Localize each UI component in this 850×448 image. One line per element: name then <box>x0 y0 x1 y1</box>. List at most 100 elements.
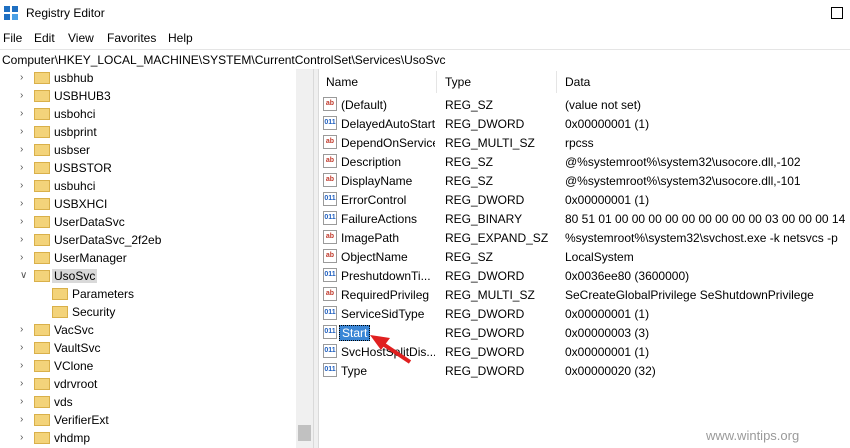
tree-item[interactable]: › VerifierExt <box>0 411 300 429</box>
value-name: DisplayName <box>341 174 413 188</box>
chevron-right-icon[interactable]: › <box>20 378 23 389</box>
value-type: REG_DWORD <box>445 193 525 207</box>
folder-icon <box>34 162 50 174</box>
column-header-name[interactable]: Name <box>326 75 358 89</box>
value-row[interactable]: 011 ErrorControl REG_DWORD 0x00000001 (1) <box>319 190 850 209</box>
folder-icon <box>34 198 50 210</box>
tree-item[interactable]: › UserManager <box>0 249 300 267</box>
chevron-down-icon[interactable]: ∨ <box>20 270 27 281</box>
value-name: (Default) <box>341 98 388 112</box>
value-type: REG_MULTI_SZ <box>445 136 535 150</box>
tree-item[interactable]: › usbser <box>0 141 300 159</box>
key-tree[interactable]: › usbhub › USBHUB3 › usbohci › usbprint › usbser ›… <box>0 69 313 448</box>
chevron-right-icon[interactable]: › <box>20 342 23 353</box>
menu-help[interactable]: Help <box>168 31 193 45</box>
chevron-right-icon[interactable]: › <box>20 216 23 227</box>
chevron-right-icon[interactable]: › <box>20 126 23 137</box>
column-divider[interactable] <box>436 71 437 93</box>
folder-icon <box>34 252 50 264</box>
menu-view[interactable]: View <box>68 31 94 45</box>
tree-item[interactable]: Parameters <box>0 285 300 303</box>
value-row[interactable]: 011 Start REG_DWORD 0x00000003 (3) <box>319 323 850 342</box>
tree-item[interactable]: › vhdmp <box>0 429 300 447</box>
value-row[interactable]: ab Description REG_SZ @%systemroot%\system3… <box>319 152 850 171</box>
folder-icon <box>34 414 50 426</box>
value-row[interactable]: 011 PreshutdownTi... REG_DWORD 0x0036ee80 (… <box>319 266 850 285</box>
value-name: ImagePath <box>341 231 400 245</box>
chevron-right-icon[interactable]: › <box>20 144 23 155</box>
tree-item[interactable]: › VacSvc <box>0 321 300 339</box>
tree-scrollbar[interactable] <box>296 69 313 448</box>
menu-edit[interactable]: Edit <box>34 31 55 45</box>
registry-editor-icon <box>4 6 18 20</box>
title-bar[interactable]: Registry Editor <box>0 0 850 28</box>
value-row[interactable]: 011 SvcHostSplitDis... REG_DWORD 0x00000001… <box>319 342 850 361</box>
address-path[interactable]: Computer\HKEY_LOCAL_MACHINE\SYSTEM\Curre… <box>2 53 445 67</box>
tree-item[interactable]: ∨ UsoSvc <box>0 267 300 285</box>
chevron-right-icon[interactable]: › <box>20 414 23 425</box>
value-row[interactable]: 011 FailureActions REG_BINARY 80 51 01 00 0… <box>319 209 850 228</box>
value-data: 0x00000001 (1) <box>565 117 650 131</box>
chevron-right-icon[interactable]: › <box>20 324 23 335</box>
chevron-right-icon[interactable]: › <box>20 360 23 371</box>
tree-item[interactable]: Security <box>0 303 300 321</box>
value-row[interactable]: ab (Default) REG_SZ (value not set) <box>319 95 850 114</box>
tree-item[interactable]: › UserDataSvc <box>0 213 300 231</box>
value-row[interactable]: ab RequiredPrivileg REG_MULTI_SZ SeCreateGl… <box>319 285 850 304</box>
value-row[interactable]: ab DisplayName REG_SZ @%systemroot%\system3… <box>319 171 850 190</box>
tree-item-label: vds <box>54 395 73 409</box>
binary-value-icon: 011 <box>323 116 337 130</box>
menu-file[interactable]: File <box>3 31 22 45</box>
chevron-right-icon[interactable]: › <box>20 432 23 443</box>
column-divider[interactable] <box>556 71 557 93</box>
chevron-right-icon[interactable]: › <box>20 252 23 263</box>
chevron-right-icon[interactable]: › <box>20 180 23 191</box>
value-row[interactable]: 011 Type REG_DWORD 0x00000020 (32) <box>319 361 850 380</box>
folder-icon <box>34 342 50 354</box>
tree-item-label: USBSTOR <box>54 161 112 175</box>
value-name: Type <box>341 364 368 378</box>
value-data: 0x00000020 (32) <box>565 364 656 378</box>
tree-item-label: usbhub <box>54 71 94 85</box>
value-row[interactable]: 011 ServiceSidType REG_DWORD 0x00000001 (1) <box>319 304 850 323</box>
chevron-right-icon[interactable]: › <box>20 108 23 119</box>
tree-item-label: vdrvroot <box>54 377 98 391</box>
value-data: 80 51 01 00 00 00 00 00 00 00 00 00 03 0… <box>565 212 847 226</box>
tree-item[interactable]: › USBHUB3 <box>0 87 300 105</box>
tree-item[interactable]: › USBSTOR <box>0 159 300 177</box>
value-row[interactable]: ab ObjectName REG_SZ LocalSystem <box>319 247 850 266</box>
value-type: REG_MULTI_SZ <box>445 288 535 302</box>
binary-value-icon: 011 <box>323 344 337 358</box>
scrollbar-thumb[interactable] <box>298 425 311 441</box>
tree-item[interactable]: › vds <box>0 393 300 411</box>
values-list[interactable]: Name Type Data ab (Default) REG_SZ (value n… <box>319 69 850 448</box>
column-header-type[interactable]: Type <box>445 75 471 89</box>
chevron-right-icon[interactable]: › <box>20 198 23 209</box>
folder-icon <box>52 288 68 300</box>
chevron-right-icon[interactable]: › <box>20 396 23 407</box>
tree-item[interactable]: › VClone <box>0 357 300 375</box>
column-header-data[interactable]: Data <box>565 75 590 89</box>
tree-item[interactable]: › UserDataSvc_2f2eb <box>0 231 300 249</box>
maximize-button[interactable] <box>831 7 843 19</box>
menu-favorites[interactable]: Favorites <box>107 31 156 45</box>
tree-item[interactable]: › usbohci <box>0 105 300 123</box>
chevron-right-icon[interactable]: › <box>20 234 23 245</box>
tree-item[interactable]: › usbuhci <box>0 177 300 195</box>
chevron-right-icon[interactable]: › <box>20 90 23 101</box>
address-bar[interactable]: Computer\HKEY_LOCAL_MACHINE\SYSTEM\Curre… <box>0 49 850 70</box>
tree-item[interactable]: › usbprint <box>0 123 300 141</box>
value-name: FailureActions <box>341 212 418 226</box>
value-name: DependOnService <box>341 136 435 150</box>
value-type: REG_DWORD <box>445 364 525 378</box>
value-row[interactable]: ab DependOnService REG_MULTI_SZ rpcss <box>319 133 850 152</box>
value-row[interactable]: 011 DelayedAutoStart REG_DWORD 0x00000001 (… <box>319 114 850 133</box>
value-data: 0x00000001 (1) <box>565 345 650 359</box>
tree-item[interactable]: › USBXHCI <box>0 195 300 213</box>
chevron-right-icon[interactable]: › <box>20 72 23 83</box>
chevron-right-icon[interactable]: › <box>20 162 23 173</box>
tree-item[interactable]: › VaultSvc <box>0 339 300 357</box>
tree-item[interactable]: › usbhub <box>0 69 300 87</box>
tree-item[interactable]: › vdrvroot <box>0 375 300 393</box>
value-row[interactable]: ab ImagePath REG_EXPAND_SZ %systemroot%\sys… <box>319 228 850 247</box>
